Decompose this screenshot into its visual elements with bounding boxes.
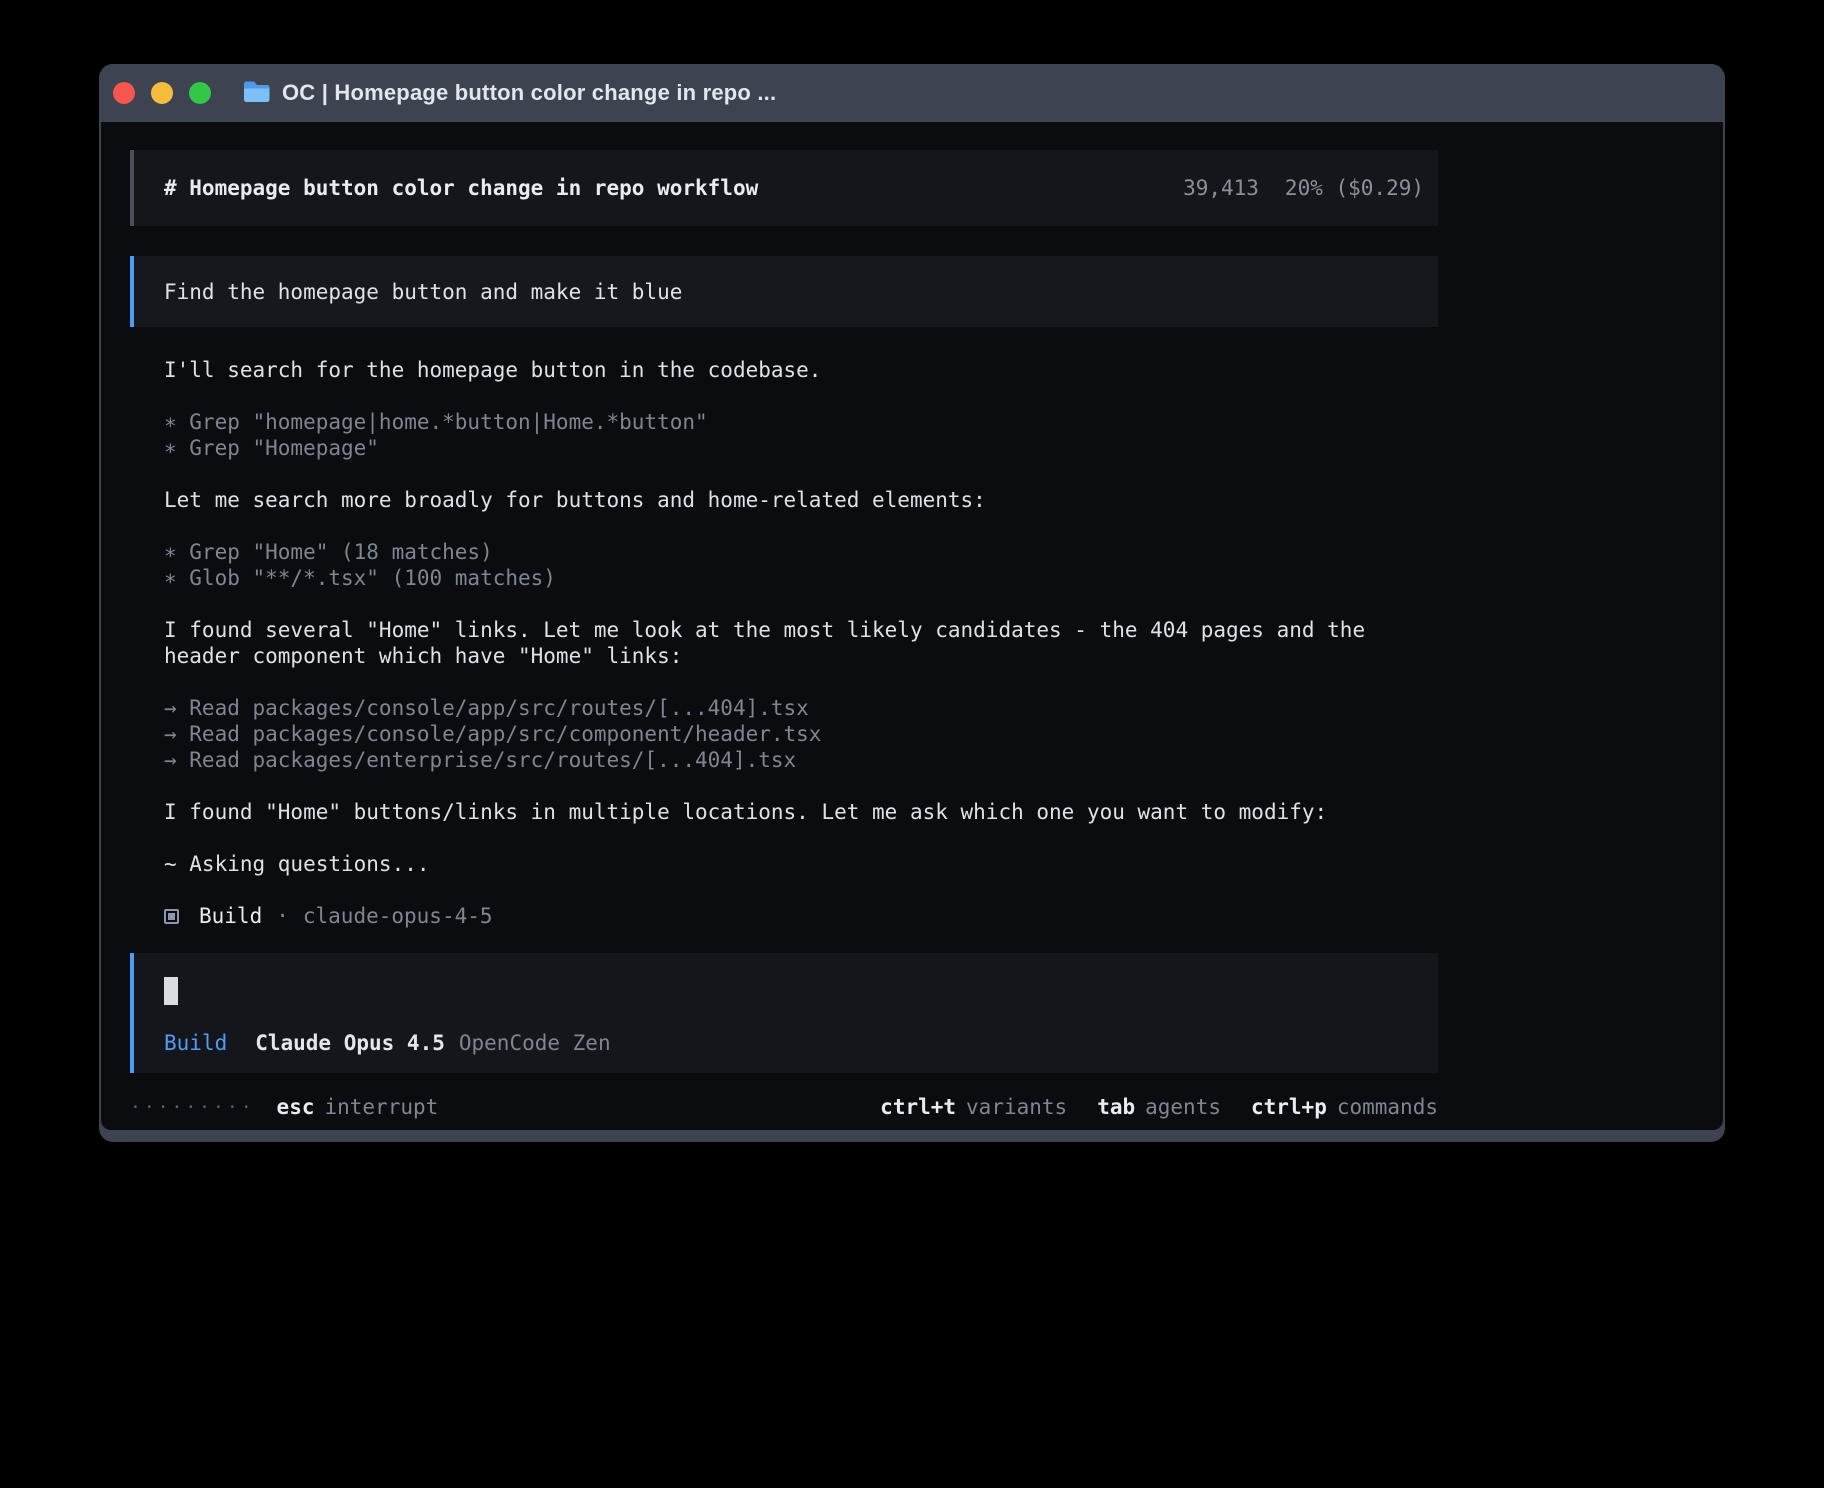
input-model-label[interactable]: Claude Opus 4.5 (255, 1031, 445, 1055)
file-read: → Read packages/console/app/src/routes/[… (164, 695, 1438, 721)
session-header: # Homepage button color change in repo w… (130, 150, 1438, 226)
file-read: → Read packages/enterprise/src/routes/[.… (164, 747, 1438, 773)
user-message-text: Find the homepage button and make it blu… (164, 280, 682, 304)
status-footer: ········· esc interrupt ctrl+t variants … (130, 1095, 1438, 1119)
terminal-window: OC | Homepage button color change in rep… (99, 64, 1725, 1142)
text-cursor (164, 977, 178, 1005)
assistant-text: Let me search more broadly for buttons a… (164, 487, 1438, 513)
input-provider-label: OpenCode Zen (459, 1031, 611, 1055)
window-title: OC | Homepage button color change in rep… (282, 80, 776, 106)
conversation: I'll search for the homepage button in t… (130, 357, 1438, 929)
close-button[interactable] (113, 82, 135, 104)
session-title: # Homepage button color change in repo w… (164, 176, 758, 200)
window-titlebar[interactable]: OC | Homepage button color change in rep… (99, 64, 1725, 122)
status-line: ~ Asking questions... (164, 851, 1438, 877)
tool-call-group: ∗ Grep "Home" (18 matches) ∗ Glob "**/*.… (164, 539, 1438, 591)
agent-model: claude-opus-4-5 (303, 903, 493, 929)
shortcut-commands[interactable]: ctrl+p commands (1251, 1095, 1438, 1119)
shortcut-label: variants (966, 1095, 1067, 1119)
token-count: 39,413 (1183, 176, 1259, 200)
separator-dot: · (276, 903, 289, 929)
shortcut-interrupt[interactable]: esc interrupt (277, 1095, 439, 1119)
tool-call-grep: ∗ Grep "Homepage" (164, 435, 1438, 461)
agent-status-row: Build · claude-opus-4-5 (164, 903, 1438, 929)
assistant-text: I found "Home" buttons/links in multiple… (164, 799, 1438, 825)
zoom-button[interactable] (189, 82, 211, 104)
shortcut-label: interrupt (324, 1095, 438, 1119)
agent-name: Build (199, 903, 262, 929)
input-status-bar: Build Claude Opus 4.5 OpenCode Zen (164, 1031, 1408, 1055)
tool-call-grep: ∗ Grep "homepage|home.*button|Home.*butt… (164, 409, 1438, 435)
assistant-text: I'll search for the homepage button in t… (164, 357, 1438, 383)
footer-left: ········· esc interrupt (130, 1095, 438, 1119)
terminal-body: # Homepage button color change in repo w… (101, 122, 1723, 1130)
shortcut-key: esc (277, 1095, 315, 1119)
spinner-dots: ········· (130, 1097, 255, 1118)
shortcut-variants[interactable]: ctrl+t variants (880, 1095, 1067, 1119)
assistant-text: I found several "Home" links. Let me loo… (164, 617, 1438, 669)
user-message: Find the homepage button and make it blu… (130, 256, 1438, 327)
context-usage: 20% ($0.29) (1285, 176, 1424, 200)
footer-right: ctrl+t variants tab agents ctrl+p comman… (880, 1095, 1438, 1119)
shortcut-key: ctrl+p (1251, 1095, 1327, 1119)
file-read-group: → Read packages/console/app/src/routes/[… (164, 695, 1438, 773)
input-mode-label[interactable]: Build (164, 1031, 227, 1055)
shortcut-key: ctrl+t (880, 1095, 956, 1119)
title-group: OC | Homepage button color change in rep… (243, 80, 776, 107)
file-read: → Read packages/console/app/src/componen… (164, 721, 1438, 747)
traffic-lights (113, 82, 211, 104)
prompt-input[interactable]: Build Claude Opus 4.5 OpenCode Zen (130, 953, 1438, 1073)
session-stats: 39,413 20% ($0.29) (1183, 176, 1424, 200)
minimize-button[interactable] (151, 82, 173, 104)
shortcut-label: agents (1145, 1095, 1221, 1119)
tool-call-group: ∗ Grep "homepage|home.*button|Home.*butt… (164, 409, 1438, 461)
tool-call-glob: ∗ Glob "**/*.tsx" (100 matches) (164, 565, 1438, 591)
shortcut-agents[interactable]: tab agents (1097, 1095, 1221, 1119)
tool-call-grep: ∗ Grep "Home" (18 matches) (164, 539, 1438, 565)
folder-icon (243, 80, 270, 107)
shortcut-key: tab (1097, 1095, 1135, 1119)
shortcut-label: commands (1337, 1095, 1438, 1119)
agent-icon (164, 909, 179, 924)
